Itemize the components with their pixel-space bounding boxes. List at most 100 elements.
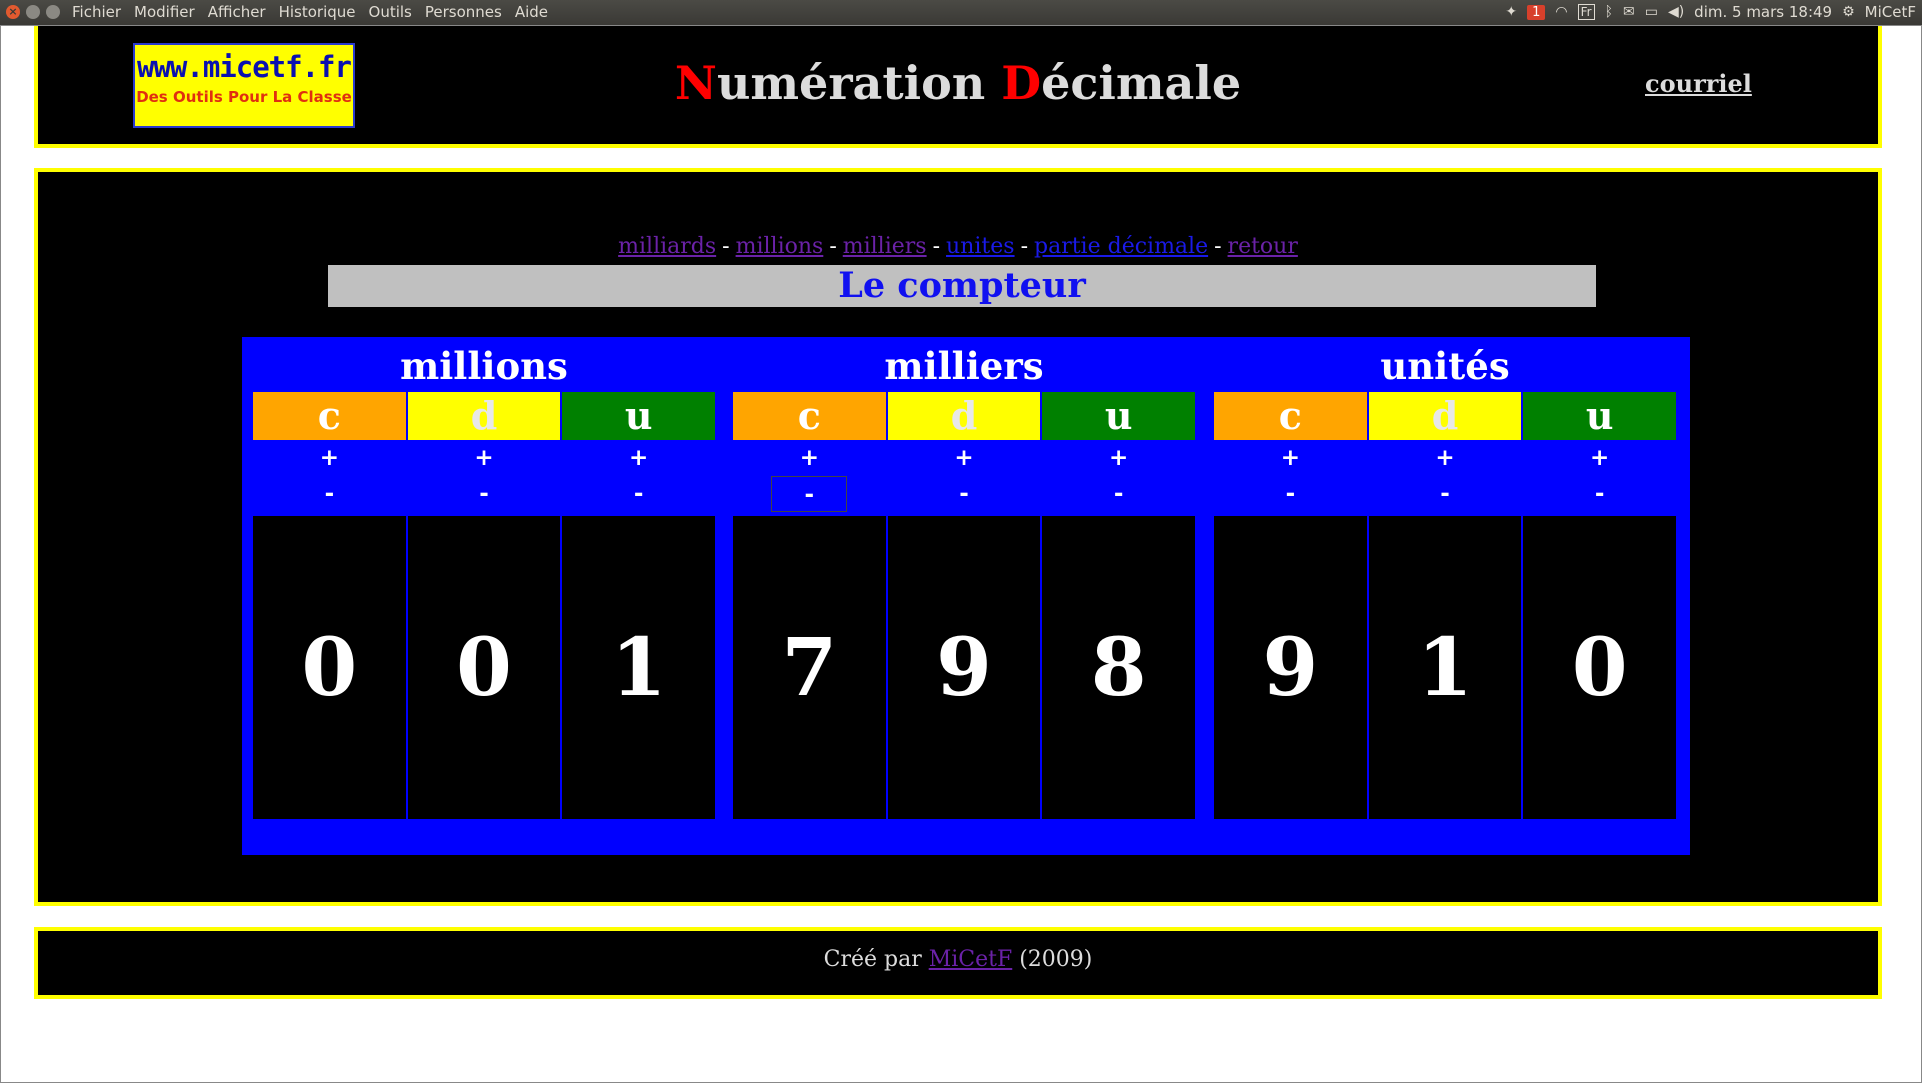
increment-button[interactable]: + [408,440,561,476]
clock[interactable]: dim. 5 mars 18:49 [1694,3,1832,21]
title-part-2: écimale [1041,56,1242,110]
column-label: u [562,392,716,440]
column-label: c [733,392,886,440]
nav-separator: - [1214,234,1222,259]
header-panel: www.micetf.fr Des Outils Pour La Classe … [34,26,1882,148]
group-title: unités [1380,344,1510,388]
counter-board: millions c + - 0 d + - 0 u + - 1 millier… [242,337,1690,855]
courriel-link[interactable]: courriel [1645,69,1752,98]
nav-separator: - [829,234,837,259]
digit-display: 9 [1214,516,1367,819]
decrement-button[interactable]: - [1214,476,1367,512]
section-nav: milliards - millions - milliers - unites - parti… [38,234,1878,259]
column-label: c [1214,392,1367,440]
menu-outils[interactable]: Outils [369,3,412,21]
column-milliers-u: u + - 8 [1042,392,1196,819]
nav-link-milliards[interactable]: milliards [618,234,716,259]
menu-fichier[interactable]: Fichier [72,3,121,21]
digit-display: 8 [1042,516,1196,819]
menu-bar: × Fichier Modifier Afficher Historique O… [0,0,1922,25]
increment-button[interactable]: + [253,440,406,476]
app-menus: Fichier Modifier Afficher Historique Out… [72,3,561,21]
column-unites-u: u + - 0 [1523,392,1677,819]
column-millions-c: c + - 0 [253,392,406,819]
decrement-button[interactable]: - [253,476,406,512]
close-window-button[interactable]: × [6,5,20,19]
group-title: millions [400,344,568,388]
decrement-button[interactable]: - [408,476,561,512]
keyboard-layout-indicator[interactable]: Fr [1577,4,1595,20]
increment-button[interactable]: + [888,440,1041,476]
increment-button[interactable]: + [1523,440,1676,476]
user-name[interactable]: MiCetF [1865,3,1916,21]
column-milliers-d: d + - 9 [887,392,1041,819]
column-millions-d: d + - 0 [407,392,561,819]
increment-button[interactable]: + [733,440,886,476]
menu-personnes[interactable]: Personnes [425,3,502,21]
digit-display: 0 [1523,516,1677,819]
digit-display: 1 [562,516,716,819]
notification-badge[interactable]: 1 [1527,4,1546,20]
compteur-heading: Le compteur [328,265,1596,307]
column-unites-d: d + - 1 [1368,392,1522,819]
close-icon: × [8,5,18,18]
decrement-button[interactable]: - [771,476,848,512]
author-link[interactable]: MiCetF [929,947,1013,972]
increment-button[interactable]: + [1042,440,1195,476]
title-part-1: umération [716,56,1002,110]
volume-icon[interactable]: ◀) [1668,4,1684,20]
column-millions-u: u + - 1 [562,392,716,819]
column-label: u [1523,392,1677,440]
credits-prefix: Créé par [823,947,929,972]
decrement-button[interactable]: - [562,476,715,512]
digit-display: 1 [1368,516,1522,819]
increment-button[interactable]: + [1369,440,1522,476]
nav-separator: - [932,234,941,259]
nav-link-millions[interactable]: millions [736,234,824,259]
web-page: www.micetf.fr Des Outils Pour La Classe … [0,25,1922,1083]
group-milliers: milliers c + - 7 d + - 9 u + - 8 [733,337,1196,819]
digit-display: 0 [253,516,406,819]
column-label: d [887,392,1041,440]
bluetooth-icon[interactable]: ᛒ [1605,4,1613,20]
title-capital-n: N [674,56,717,110]
digit-display: 7 [733,516,886,819]
decrement-button[interactable]: - [888,476,1041,512]
column-milliers-c: c + - 7 [733,392,886,819]
menu-historique[interactable]: Historique [279,3,356,21]
column-label: u [1042,392,1196,440]
column-label: d [407,392,561,440]
decrement-button[interactable]: - [1369,476,1522,512]
settings-gear-icon[interactable]: ⚙ [1842,4,1855,20]
battery-icon[interactable]: ▭ [1645,4,1658,20]
maximize-window-button[interactable] [46,5,60,19]
digit-display: 0 [407,516,561,819]
decrement-button[interactable]: - [1042,476,1195,512]
decrement-button[interactable]: - [1523,476,1676,512]
mail-icon[interactable]: ✉ [1623,4,1635,20]
title-capital-d: D [1001,56,1042,110]
column-label: c [253,392,406,440]
digit-display: 9 [887,516,1041,819]
dropbox-icon[interactable]: ✦ [1505,4,1517,20]
increment-button[interactable]: + [562,440,715,476]
minimize-window-button[interactable] [26,5,40,19]
column-label: d [1368,392,1522,440]
group-millions: millions c + - 0 d + - 0 u + - 1 [253,337,716,819]
wifi-icon[interactable]: ◠ [1555,4,1567,20]
group-title: milliers [884,344,1044,388]
nav-link-unites[interactable]: unites [946,234,1015,259]
nav-separator: - [722,234,730,259]
nav-link-retour[interactable]: retour [1228,234,1298,259]
credits: Créé par MiCetF (2009) [38,947,1878,972]
menu-aide[interactable]: Aide [515,3,548,21]
main-panel: milliards - millions - milliers - unites - parti… [34,168,1882,906]
increment-button[interactable]: + [1214,440,1367,476]
page-title: Numération Décimale [38,56,1878,110]
nav-link-milliers[interactable]: milliers [843,234,927,259]
nav-separator: - [1020,234,1028,259]
menu-modifier[interactable]: Modifier [134,3,195,21]
menu-afficher[interactable]: Afficher [208,3,266,21]
column-unites-c: c + - 9 [1214,392,1367,819]
nav-link-partie-decimale[interactable]: partie décimale [1034,234,1208,259]
